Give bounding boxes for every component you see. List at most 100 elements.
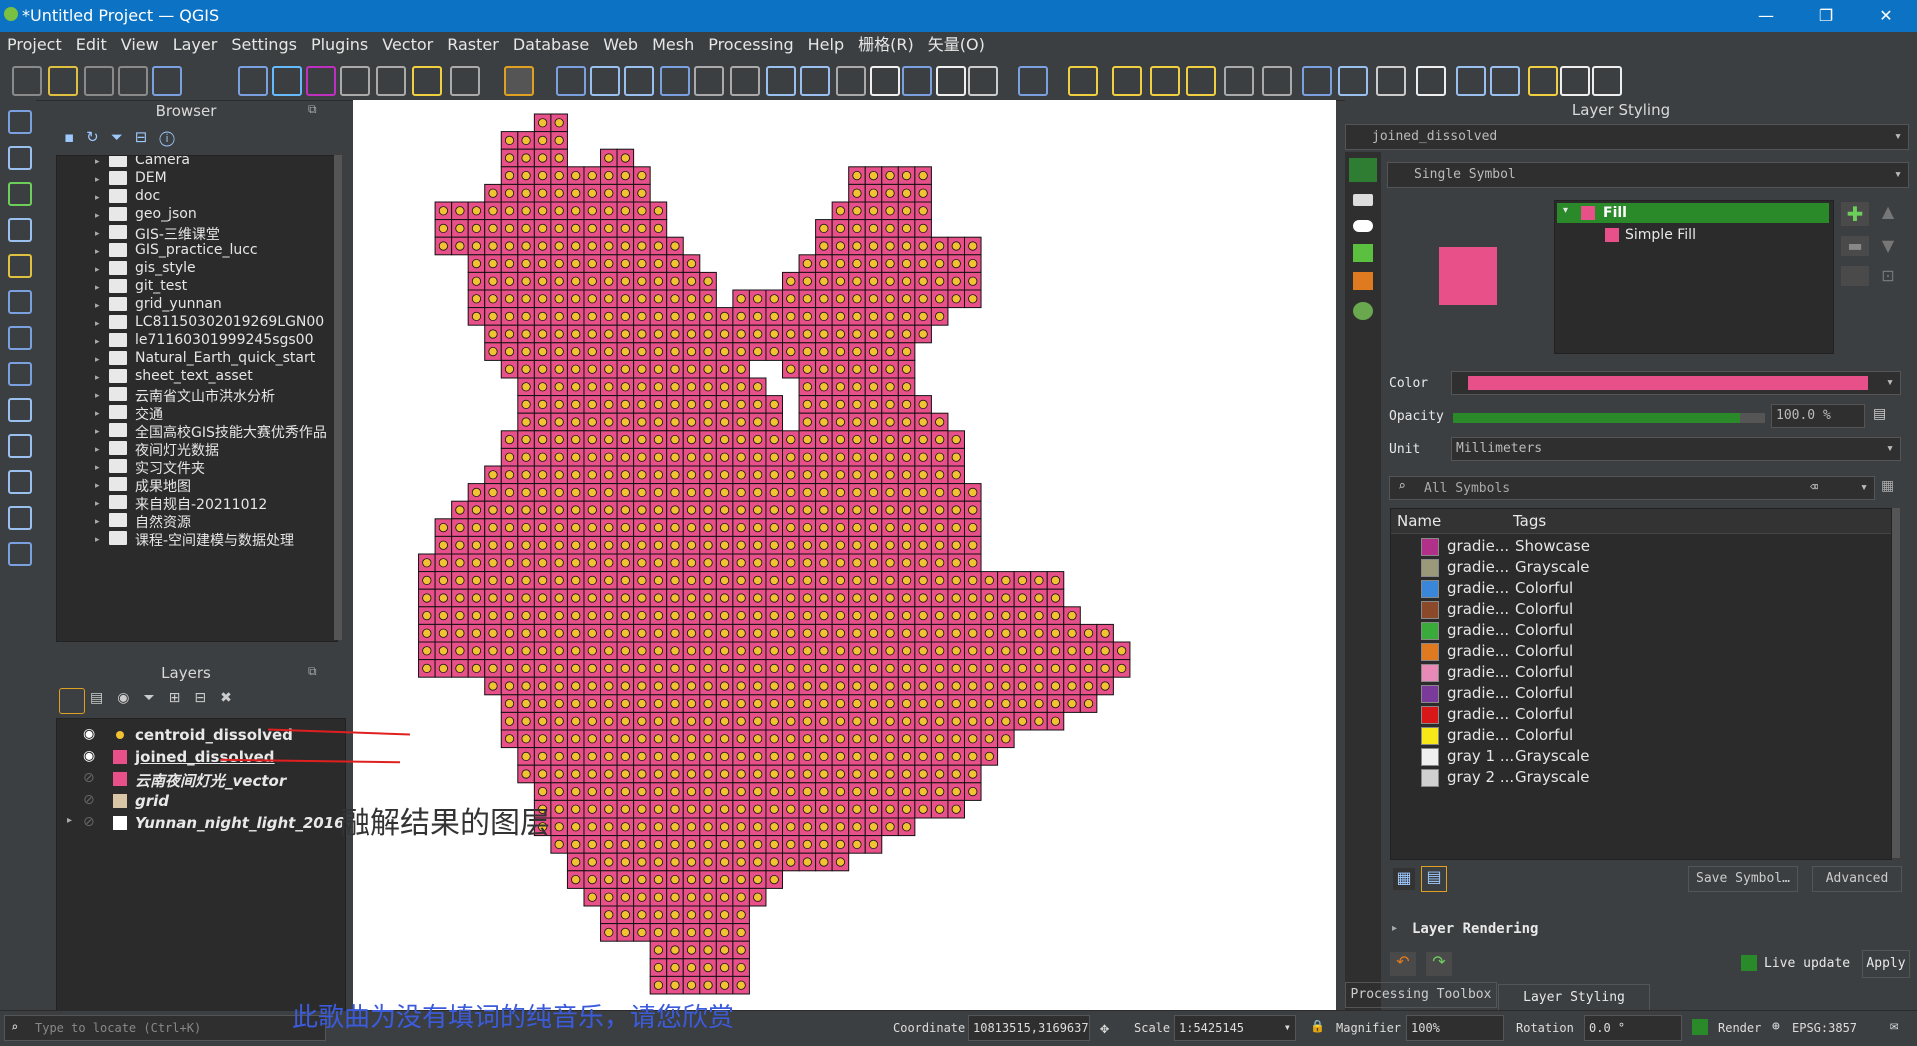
lock-scale-icon[interactable]: 🔒 <box>1310 1019 1325 1033</box>
color-button[interactable]: ▾ <box>1451 371 1901 395</box>
remove-layer-icon[interactable]: ✖ <box>220 690 246 706</box>
refresh-icon[interactable]: ↻ <box>86 128 111 146</box>
crs-value[interactable]: EPSG:3857 <box>1792 1021 1857 1035</box>
toolbar-tool-icon[interactable] <box>376 66 406 96</box>
chevron-right-icon[interactable]: ▸ <box>95 427 100 437</box>
chevron-right-icon[interactable]: ▸ <box>95 283 100 293</box>
symbol-search-input[interactable]: ⌕ All Symbols ⌫ ▾ <box>1389 476 1875 500</box>
layer-rendering-section[interactable]: Layer Rendering <box>1412 921 1538 937</box>
toolbar-tool-icon[interactable] <box>1018 66 1048 96</box>
chevron-right-icon[interactable]: ▸ <box>95 157 100 167</box>
chevron-right-icon[interactable]: ▸ <box>95 301 100 311</box>
toolbar-tool-icon[interactable] <box>340 66 370 96</box>
chevron-right-icon[interactable]: ▸ <box>95 193 100 203</box>
toolbar-tool-icon[interactable] <box>12 66 42 96</box>
add-layer-tool-icon[interactable] <box>8 290 32 314</box>
column-tags-header[interactable]: Tags <box>1513 512 1546 530</box>
data-defined-override-icon[interactable]: ▤ <box>1873 406 1886 422</box>
add-layer-tool-icon[interactable] <box>8 434 32 458</box>
chevron-right-icon[interactable]: ▸ <box>95 499 100 509</box>
chevron-right-icon[interactable]: ▸ <box>67 815 72 826</box>
add-layer-tool-icon[interactable] <box>8 182 32 206</box>
chevron-right-icon[interactable]: ▸ <box>95 337 100 347</box>
toolbar-tool-icon[interactable] <box>624 66 654 96</box>
chevron-right-icon[interactable]: ▸ <box>95 355 100 365</box>
symbol-table-scrollbar[interactable] <box>1892 508 1900 858</box>
add-layer-tool-icon[interactable] <box>8 470 32 494</box>
save-symbol-button[interactable]: Save Symbol… <box>1688 866 1798 892</box>
style-manager-icon[interactable] <box>59 688 85 714</box>
labels-tab-icon[interactable] <box>1353 194 1373 206</box>
chevron-right-icon[interactable]: ▸ <box>95 445 100 455</box>
tab-layer-styling[interactable]: Layer Styling <box>1498 984 1650 1012</box>
opacity-spinbox[interactable]: 100.0 % <box>1771 404 1865 428</box>
column-name-header[interactable]: Name <box>1397 512 1441 530</box>
toolbar-tool-icon[interactable] <box>48 66 78 96</box>
menu-settings[interactable]: Settings <box>224 32 304 58</box>
coordinate-field[interactable]: 10813515,3169637 <box>968 1015 1090 1041</box>
chevron-right-icon[interactable]: ▸ <box>95 319 100 329</box>
3d-view-tab-icon[interactable] <box>1353 244 1373 262</box>
move-up-icon[interactable]: ▲ <box>1875 202 1901 226</box>
magnifier-spinbox[interactable]: 100% <box>1406 1015 1504 1041</box>
toolbar-tool-icon[interactable] <box>1592 66 1622 96</box>
chevron-right-icon[interactable]: ▸ <box>95 373 100 383</box>
render-checkbox[interactable] <box>1692 1019 1708 1035</box>
style-manager-icon[interactable]: ▦ <box>1881 478 1894 494</box>
toolbar-tool-icon[interactable] <box>450 66 480 96</box>
tab-processing-toolbox[interactable]: Processing Toolbox <box>1345 982 1497 1008</box>
lock-icon[interactable]: ⊡ <box>1875 266 1901 290</box>
add-layer-tool-icon[interactable] <box>8 146 32 170</box>
diagrams-tab-icon[interactable] <box>1353 272 1373 290</box>
menu-web[interactable]: Web <box>596 32 645 58</box>
fill-row[interactable]: ▾ Fill <box>1557 203 1829 223</box>
chevron-right-icon[interactable]: ▸ <box>95 391 100 401</box>
chevron-right-icon[interactable]: ▸ <box>95 211 100 221</box>
toolbar-tool-icon[interactable] <box>1150 66 1180 96</box>
browser-scrollbar[interactable] <box>334 155 342 640</box>
toolbar-tool-icon[interactable] <box>118 66 148 96</box>
toolbar-tool-icon[interactable] <box>412 66 442 96</box>
restore-button[interactable]: ❐ <box>1806 4 1846 28</box>
symbology-tab-icon[interactable] <box>1349 158 1377 182</box>
unit-select[interactable]: Millimeters ▾ <box>1451 437 1901 461</box>
close-button[interactable]: ✕ <box>1866 4 1906 28</box>
toolbar-tool-icon[interactable] <box>936 66 966 96</box>
remove-symbol-layer-button[interactable]: ▬ <box>1841 236 1869 256</box>
add-layer-tool-icon[interactable] <box>8 542 32 566</box>
menu-mesh[interactable]: Mesh <box>645 32 701 58</box>
scale-select[interactable]: 1:5425145 ▾ <box>1174 1015 1296 1041</box>
toolbar-tool-icon[interactable] <box>152 66 182 96</box>
toolbar-tool-icon[interactable] <box>306 66 336 96</box>
menu-layer[interactable]: Layer <box>166 32 225 58</box>
toggle-extents-icon[interactable]: ✥ <box>1100 1019 1109 1037</box>
visibility-eye-icon[interactable]: ◉ <box>83 726 95 742</box>
icon-view-icon[interactable]: ▦ <box>1393 868 1415 890</box>
add-layer-tool-icon[interactable] <box>8 398 32 422</box>
minimize-button[interactable]: — <box>1746 4 1786 28</box>
chevron-right-icon[interactable]: ▸ <box>95 535 100 545</box>
toolbar-tool-icon[interactable] <box>84 66 114 96</box>
toolbar-tool-icon[interactable] <box>1376 66 1406 96</box>
rotation-spinbox[interactable]: 0.0 ° <box>1584 1015 1682 1041</box>
visibility-eye-icon[interactable]: ◉ <box>83 748 95 764</box>
menu-vector-cn[interactable]: 矢量(O) <box>921 32 992 58</box>
toolbar-tool-icon[interactable] <box>870 66 900 96</box>
messages-icon[interactable]: ✉ <box>1890 1018 1898 1034</box>
add-symbol-layer-button[interactable]: ✚ <box>1841 202 1869 226</box>
toolbar-tool-icon[interactable] <box>1068 66 1098 96</box>
renderer-select[interactable]: Single Symbol ▾ <box>1387 162 1909 188</box>
add-layer-tool-icon[interactable] <box>8 218 32 242</box>
menu-vector[interactable]: Vector <box>375 32 440 58</box>
toolbar-tool-icon[interactable] <box>1112 66 1142 96</box>
undo-button[interactable]: ↶ <box>1390 952 1416 976</box>
add-layer-tool-icon[interactable] <box>8 254 32 278</box>
live-update-checkbox[interactable] <box>1741 955 1757 971</box>
collapse-all-layers-icon[interactable]: ⊟ <box>194 690 220 706</box>
add-selected-icon[interactable]: ▪ <box>64 128 86 146</box>
toolbar-tool-icon[interactable] <box>272 66 302 96</box>
chevron-right-icon[interactable]: ▸ <box>95 175 100 185</box>
menu-help[interactable]: Help <box>801 32 851 58</box>
chevron-right-icon[interactable]: ▸ <box>95 463 100 473</box>
toolbar-tool-icon[interactable] <box>1416 66 1446 96</box>
